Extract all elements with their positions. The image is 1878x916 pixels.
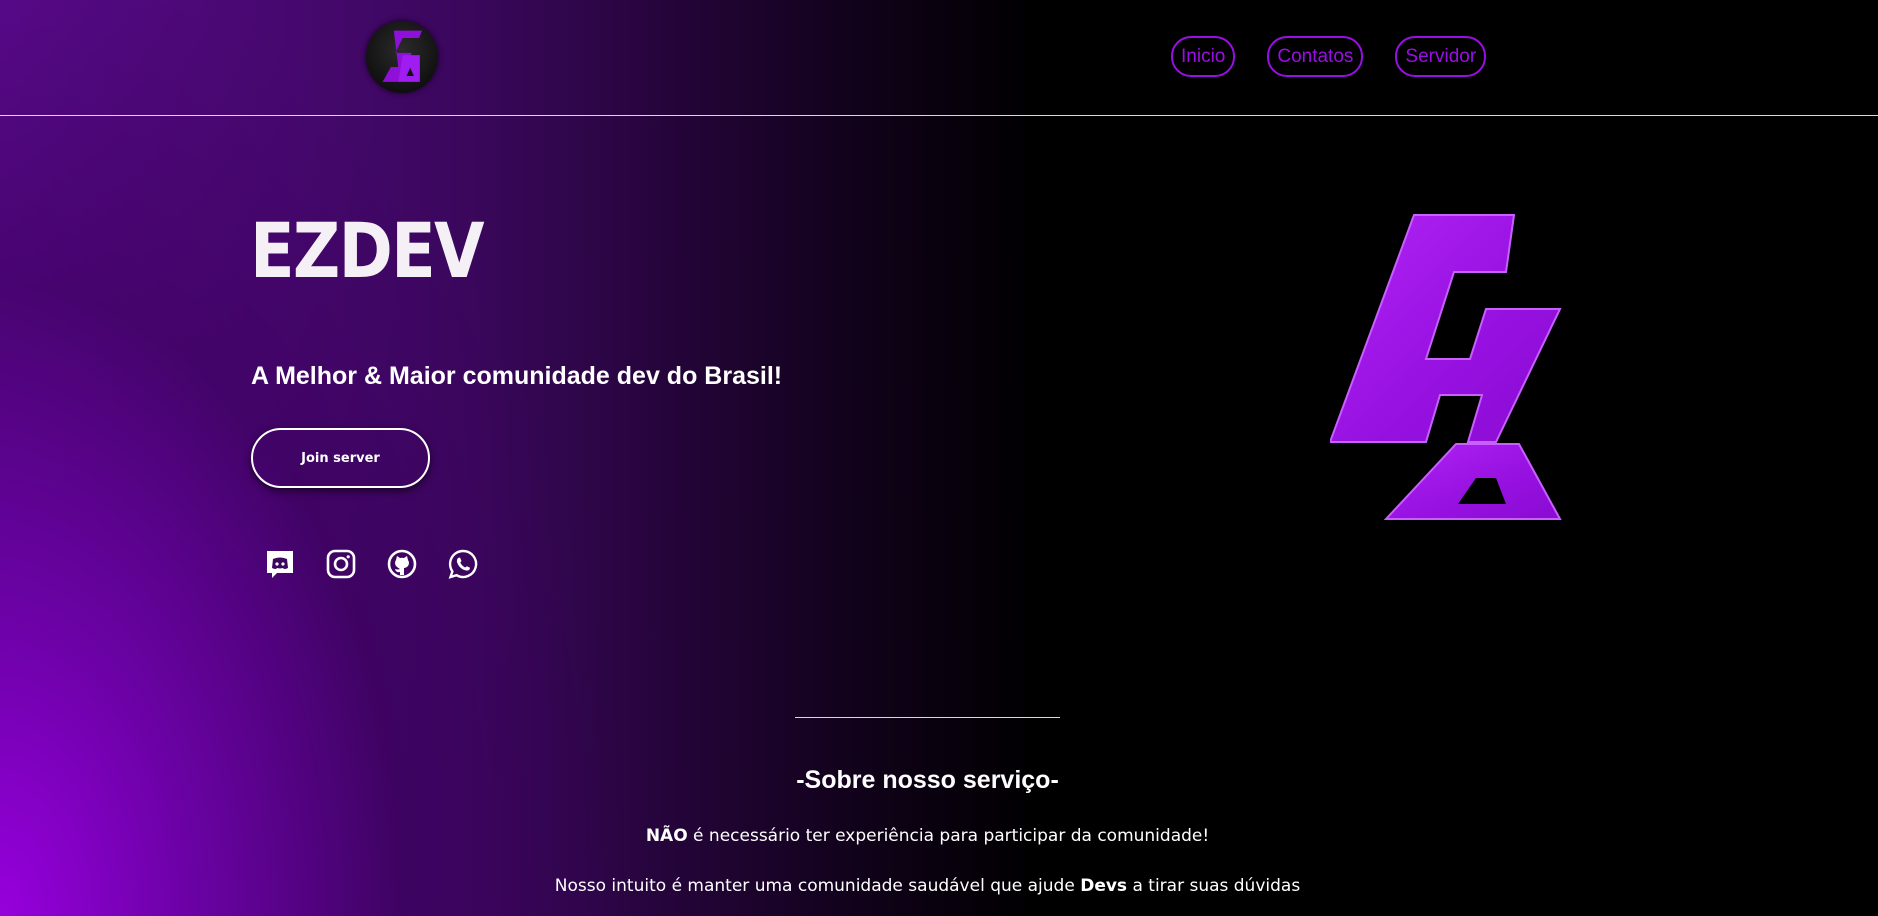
section-divider	[795, 717, 1060, 718]
discord-link[interactable]	[262, 546, 298, 582]
site-header: Inicio Contatos Servidor	[0, 0, 1878, 116]
about-title: -Sobre nosso serviço-	[796, 766, 1059, 794]
about-line-1-strong: NÃO	[645, 826, 688, 846]
ez-large-logo-icon	[1328, 214, 1562, 520]
ez-logo-icon	[382, 30, 423, 82]
instagram-link[interactable]	[323, 546, 359, 582]
social-links	[262, 546, 481, 582]
about-line-2: Nosso intuito é manter uma comunidade sa…	[0, 876, 1855, 896]
nav-inicio[interactable]: Inicio	[1171, 36, 1236, 77]
join-server-button[interactable]: Join server	[251, 428, 430, 488]
nav-servidor[interactable]: Servidor	[1395, 36, 1487, 77]
hero-subtitle: A Melhor & Maior comunidade dev do Brasi…	[251, 362, 783, 390]
whatsapp-icon	[448, 549, 478, 579]
main-nav: Inicio Contatos Servidor	[1171, 36, 1487, 77]
ez-large-logo	[1328, 212, 1562, 526]
instagram-icon	[326, 549, 356, 579]
github-icon	[387, 549, 417, 579]
about-line-2-post: a tirar suas dúvidas	[1127, 876, 1301, 896]
about-line-2-pre: Nosso intuito é manter uma comunidade sa…	[554, 876, 1081, 896]
about-line-1: NÃO é necessário ter experiência para pa…	[0, 826, 1855, 846]
about-line-1-text: é necessário ter experiência para partic…	[687, 826, 1210, 846]
nav-contatos[interactable]: Contatos	[1267, 36, 1364, 77]
github-link[interactable]	[384, 546, 420, 582]
discord-icon	[267, 551, 293, 578]
whatsapp-link[interactable]	[445, 546, 481, 582]
header-logo[interactable]	[366, 21, 438, 93]
hero-title: EZDEV	[250, 206, 485, 295]
about-line-2-strong: Devs	[1080, 876, 1128, 896]
